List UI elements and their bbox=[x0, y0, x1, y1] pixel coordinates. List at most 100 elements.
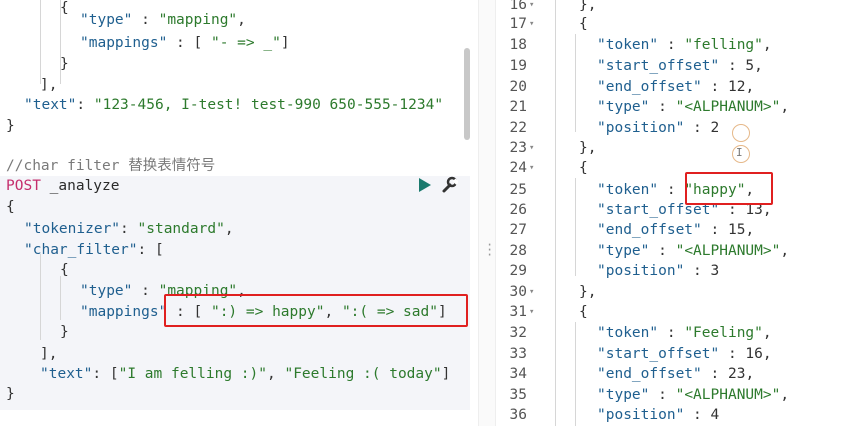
code-token: : bbox=[649, 387, 676, 403]
code-token: ] bbox=[280, 35, 290, 51]
code-token: : bbox=[658, 37, 685, 53]
json-string: "I am felling :)" bbox=[118, 366, 267, 382]
request-line[interactable]: POST _analyze bbox=[6, 176, 120, 197]
indent-guide bbox=[40, 0, 41, 84]
code-line: ], bbox=[40, 344, 57, 365]
code-token: : [ bbox=[92, 366, 119, 382]
json-key: "tokenizer" bbox=[24, 221, 121, 237]
line-number: 32 bbox=[509, 325, 527, 341]
code-token: : bbox=[701, 222, 728, 238]
code-line: { bbox=[60, 0, 69, 19]
line-number: 21 bbox=[509, 99, 527, 115]
code-token: , bbox=[224, 221, 234, 237]
code-token: ], bbox=[40, 77, 58, 93]
code-token: : bbox=[684, 263, 711, 279]
indent-guide bbox=[555, 0, 556, 426]
pane-resize-divider[interactable]: · · · bbox=[478, 0, 496, 426]
line-number: 23 bbox=[509, 140, 527, 156]
code-token: : bbox=[132, 12, 159, 28]
code-line: "position" : 2 bbox=[597, 118, 719, 139]
fold-toggle-icon[interactable]: ▾ bbox=[529, 302, 534, 323]
code-token: : bbox=[649, 243, 676, 259]
text-cursor-icon: I bbox=[736, 146, 743, 159]
code-line: "token" : "Feeling", bbox=[597, 323, 772, 344]
json-key: "token" bbox=[597, 325, 659, 341]
code-token: } bbox=[60, 324, 69, 340]
happy-token-highlight-box bbox=[685, 172, 773, 205]
line-number: 20 bbox=[509, 79, 527, 95]
json-string: "standard" bbox=[137, 221, 225, 237]
json-key: "text" bbox=[40, 366, 93, 382]
json-key: "type" bbox=[597, 243, 650, 259]
code-line: "tokenizer": "standard", bbox=[24, 219, 234, 240]
code-token: : bbox=[658, 182, 685, 198]
code-token: : bbox=[76, 97, 94, 113]
code-line: "token" : "felling", bbox=[597, 35, 772, 56]
code-line: "start_offset" : 5, bbox=[597, 56, 763, 77]
json-key: "type" bbox=[80, 283, 133, 299]
line-number: 18 bbox=[509, 37, 527, 53]
run-request-button[interactable] bbox=[418, 177, 432, 193]
code-token: , bbox=[745, 366, 755, 382]
code-line: "position" : 3 bbox=[597, 261, 719, 282]
code-line: } bbox=[60, 322, 69, 343]
code-token: , bbox=[762, 37, 772, 53]
code-line: "type" : "<ALPHANUM>", bbox=[597, 385, 789, 406]
request-editor-pane[interactable]: { "type" : "mapping", "mappings" : [ "- … bbox=[0, 0, 478, 426]
json-number: 5 bbox=[745, 58, 755, 74]
json-key: "char_filter" bbox=[24, 242, 138, 258]
code-token: : bbox=[701, 79, 728, 95]
code-line: { bbox=[579, 14, 588, 35]
fold-toggle-icon[interactable]: ▾ bbox=[529, 14, 534, 35]
json-key: "mappings" bbox=[80, 304, 168, 320]
code-token: , bbox=[780, 387, 790, 403]
response-pane[interactable]: 16 17 18 19 20 21 22 23 24 25 26 27 28 2… bbox=[497, 0, 866, 426]
indent-guide bbox=[40, 254, 41, 340]
code-line: } bbox=[6, 116, 15, 137]
code-line: }, bbox=[579, 138, 596, 159]
fold-toggle-icon[interactable]: ▾ bbox=[529, 158, 534, 179]
code-token: }, bbox=[579, 284, 597, 300]
drag-handle-icon[interactable]: · · · bbox=[486, 239, 493, 261]
line-number: 17 bbox=[509, 16, 527, 32]
code-token: ] bbox=[441, 366, 451, 382]
indent-guide bbox=[575, 34, 576, 132]
request-settings-button[interactable] bbox=[440, 176, 460, 194]
line-number: 29 bbox=[509, 263, 527, 279]
json-key: "position" bbox=[597, 120, 685, 136]
indent-guide bbox=[60, 276, 61, 320]
code-token: , bbox=[754, 58, 763, 74]
code-token: , bbox=[762, 325, 772, 341]
code-line: "type" : "<ALPHANUM>", bbox=[597, 241, 789, 262]
code-line: "text": "123-456, I-test! test-990 650-5… bbox=[24, 95, 443, 116]
code-line: "end_offset" : 12, bbox=[597, 77, 754, 98]
json-number: 23 bbox=[727, 366, 746, 382]
json-key: "type" bbox=[597, 99, 650, 115]
code-token: : bbox=[684, 120, 711, 136]
editor-scrollbar[interactable] bbox=[464, 48, 470, 140]
code-token: { bbox=[579, 16, 588, 32]
code-line: "position" : 4 bbox=[597, 405, 719, 426]
code-token: : bbox=[120, 221, 138, 237]
json-key: "token" bbox=[597, 182, 659, 198]
indent-guide bbox=[575, 178, 576, 276]
code-token: { bbox=[579, 304, 588, 320]
http-method: POST bbox=[6, 178, 41, 194]
code-token: , bbox=[780, 99, 790, 115]
code-line: } bbox=[60, 54, 69, 75]
wrench-icon bbox=[442, 176, 460, 193]
code-token: } bbox=[6, 118, 15, 134]
line-number: 26 bbox=[509, 202, 527, 218]
fold-toggle-icon[interactable]: ▾ bbox=[529, 282, 534, 303]
json-number: 3 bbox=[710, 263, 720, 279]
json-string: "felling" bbox=[684, 37, 763, 53]
code-line: } bbox=[6, 384, 15, 405]
fold-toggle-icon[interactable]: ▾ bbox=[529, 138, 534, 159]
json-string: "<ALPHANUM>" bbox=[675, 99, 781, 115]
line-number: 35 bbox=[509, 387, 527, 403]
code-token: : bbox=[132, 283, 159, 299]
line-number: 27 bbox=[509, 222, 527, 238]
line-number: 36 bbox=[509, 407, 527, 423]
line-number: 31 bbox=[509, 304, 527, 320]
code-token: , bbox=[762, 346, 772, 362]
